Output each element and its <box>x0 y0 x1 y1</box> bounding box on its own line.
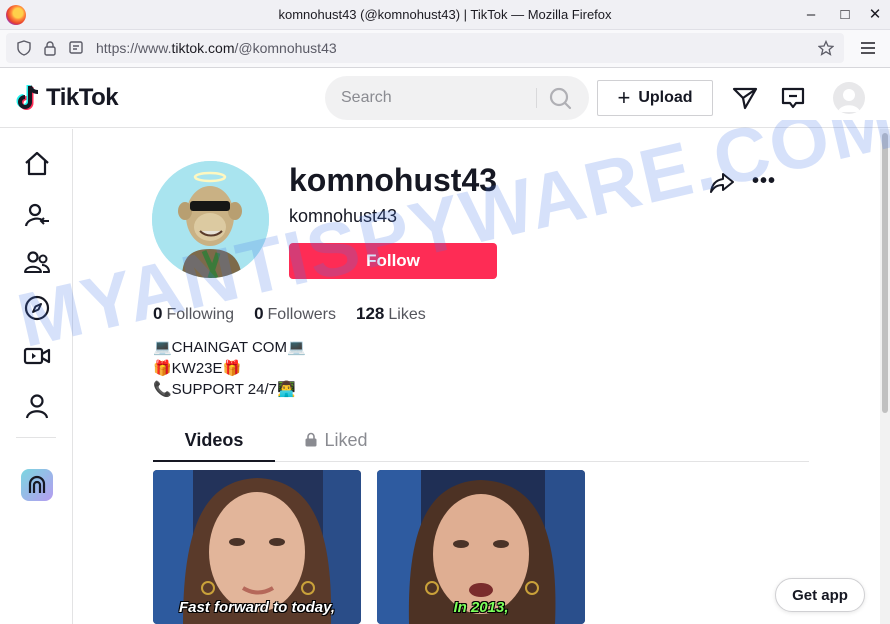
search-box <box>325 76 589 120</box>
maximize-button[interactable]: □ <box>834 4 856 26</box>
address-bar[interactable]: https://www.tiktok.com/@komnohust43 <box>6 33 844 63</box>
bio-line: 📞SUPPORT 24/7👨‍💻 <box>153 381 296 398</box>
profile-nickname: komnohust43 <box>289 206 398 226</box>
close-window-button[interactable]: ✕ <box>864 4 886 26</box>
page-scrollbar[interactable] <box>880 129 890 624</box>
bookmark-star-icon[interactable] <box>818 40 834 56</box>
following-label: Following <box>166 306 235 323</box>
get-app-button[interactable]: Get app <box>775 578 865 612</box>
profile-stats: 0 Following 0 Followers 128 Likes <box>153 304 446 324</box>
search-divider <box>536 88 537 108</box>
minimize-button[interactable]: – <box>800 4 822 26</box>
video-caption: Fast forward to today, <box>178 599 336 616</box>
likes-label: Likes <box>388 306 426 323</box>
tab-liked[interactable]: Liked <box>275 430 397 451</box>
stat-likes: 128 Likes <box>356 304 426 324</box>
user-avatar[interactable] <box>833 82 865 114</box>
explore-compass-icon[interactable] <box>22 293 52 323</box>
lock-icon[interactable] <box>42 40 58 56</box>
friends-icon[interactable] <box>22 247 52 277</box>
site-header: TikTok + Upload <box>0 68 890 128</box>
reader-view-icon[interactable] <box>68 40 84 56</box>
window-titlebar: komnohust43 (@komnohust43) | TikTok — Mo… <box>0 0 890 30</box>
ape-avatar-image <box>152 161 269 278</box>
upload-label: Upload <box>638 89 693 106</box>
live-video-icon[interactable] <box>22 341 52 371</box>
video-thumbnail[interactable]: Fast forward to today, <box>153 470 361 624</box>
active-tab-indicator <box>153 460 275 462</box>
bio-line: 💻CHAINGAT COM💻 <box>153 339 306 356</box>
video-caption: In 2013, <box>453 599 509 616</box>
stat-following[interactable]: 0 Following <box>153 304 234 324</box>
sidebar-divider <box>16 437 56 438</box>
tab-videos[interactable]: Videos <box>153 430 275 451</box>
likes-count: 128 <box>356 304 385 323</box>
tiktok-note-icon <box>16 85 39 110</box>
upload-button[interactable]: + Upload <box>597 80 713 116</box>
default-avatar-icon <box>838 89 860 112</box>
plus-icon: + <box>617 85 631 110</box>
followers-label: Followers <box>267 306 336 323</box>
profile-username: komnohust43 <box>289 162 498 198</box>
follow-button[interactable]: Follow <box>289 243 497 279</box>
left-sidebar <box>0 129 73 624</box>
profile-tabs: Videos Liked <box>153 420 809 462</box>
profile-avatar[interactable] <box>152 161 269 278</box>
profile-bio: 💻CHAINGAT COM💻 🎁KW23E🎁 📞SUPPORT 24/7👨‍💻 <box>153 337 306 400</box>
scrollbar-thumb[interactable] <box>882 133 888 413</box>
following-count: 0 <box>153 304 163 323</box>
share-icon[interactable] <box>709 171 735 195</box>
search-icon[interactable] <box>543 82 579 114</box>
url-path: /@komnohust43 <box>234 40 337 56</box>
home-icon[interactable] <box>22 149 52 179</box>
bio-line: 🎁KW23E🎁 <box>153 360 242 377</box>
live-studio-icon[interactable] <box>21 469 53 501</box>
video-thumbnail[interactable]: In 2013, <box>377 470 585 624</box>
profile-icon[interactable] <box>22 391 52 421</box>
followers-count: 0 <box>254 304 264 323</box>
tiktok-logo[interactable]: TikTok <box>16 82 119 114</box>
logo-text: TikTok <box>46 84 119 111</box>
navigation-toolbar: https://www.tiktok.com/@komnohust43 <box>0 30 890 68</box>
lock-icon <box>305 432 317 447</box>
stat-followers[interactable]: 0 Followers <box>254 304 336 324</box>
inbox-icon[interactable] <box>779 84 807 112</box>
messages-send-icon[interactable] <box>731 84 759 112</box>
app-menu-icon[interactable] <box>860 41 876 55</box>
following-icon[interactable] <box>22 200 52 230</box>
more-options-icon[interactable]: ••• <box>752 171 778 194</box>
url-text[interactable]: https://www.tiktok.com/@komnohust43 <box>96 40 337 56</box>
shield-icon[interactable] <box>16 40 32 56</box>
window-title: komnohust43 (@komnohust43) | TikTok — Mo… <box>278 7 612 22</box>
url-domain: tiktok.com <box>171 40 235 56</box>
search-input[interactable] <box>341 87 531 109</box>
url-prefix: https://www. <box>96 40 172 56</box>
tab-liked-label: Liked <box>324 430 368 450</box>
